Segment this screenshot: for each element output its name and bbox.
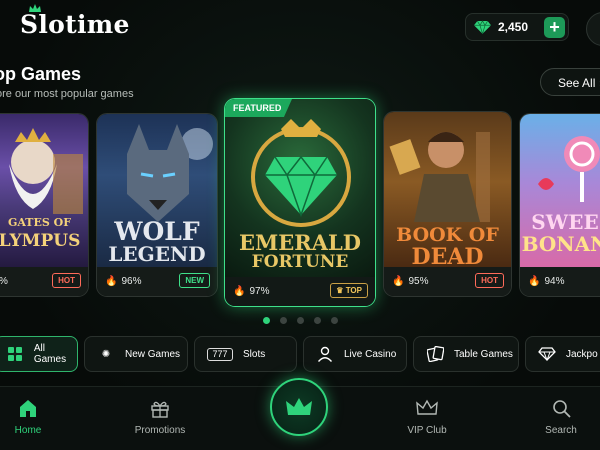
game-title-line: FORTUNE — [251, 252, 349, 272]
game-art: EMERALD FORTUNE — [225, 99, 375, 277]
sparkle-icon: ✺ — [101, 348, 111, 360]
nav-promotions[interactable]: Promotions — [130, 399, 190, 436]
game-title-line: BOOK OF — [396, 224, 499, 246]
category-label: New Games — [125, 348, 181, 360]
category-label: Jackpo — [566, 348, 598, 360]
game-title-line: LEGEND — [108, 242, 206, 266]
hot-badge: HOT — [52, 273, 81, 288]
rtp-value: 🔥 97% — [233, 286, 269, 297]
category-jackpot[interactable]: Jackpo — [525, 336, 600, 372]
nav-search[interactable]: Search — [541, 399, 581, 436]
game-card-footer: % HOT — [0, 267, 88, 296]
flame-icon: 🔥 — [528, 276, 541, 287]
category-live-casino[interactable]: Live Casino — [303, 336, 407, 372]
nav-vip-club[interactable]: VIP Club — [402, 399, 452, 436]
category-label: Table Games — [454, 348, 513, 360]
carousel-dot[interactable] — [331, 317, 338, 324]
top-badge: ♛ TOP — [330, 283, 368, 298]
crown-icon — [402, 399, 452, 419]
diamond-icon — [538, 345, 556, 363]
crown-icon — [286, 398, 312, 415]
add-funds-button[interactable]: + — [544, 17, 565, 38]
cards-icon — [426, 345, 444, 363]
game-title-line: SWEE — [531, 210, 599, 234]
category-label: Live Casino — [344, 348, 397, 360]
grid-icon — [7, 345, 24, 363]
game-card-footer: 🔥 95% HOT — [384, 267, 511, 296]
app-root: Slotime 2,450 + op Games ore our most po… — [0, 0, 600, 450]
center-crown-button[interactable] — [270, 378, 328, 436]
app-logo[interactable]: Slotime — [20, 10, 130, 39]
person-icon — [316, 345, 334, 363]
game-title-line: GATES OF — [7, 216, 72, 229]
slots-777-icon: 777 — [207, 347, 233, 361]
flame-icon: 🔥 — [233, 286, 246, 297]
game-card-gates-of-olympus[interactable]: GATES OF LYMPUS % HOT — [0, 113, 89, 297]
rtp-value: 🔥 96% — [105, 276, 141, 287]
gem-icon — [474, 20, 491, 34]
carousel-dot[interactable] — [314, 317, 321, 324]
carousel-dot[interactable] — [263, 317, 270, 324]
section-subtitle: ore our most popular games — [0, 88, 134, 100]
game-art: BOOK OF DEAD — [384, 112, 511, 270]
rtp-text: 97% — [249, 286, 270, 297]
carousel-dot[interactable] — [280, 317, 287, 324]
see-all-button[interactable]: See All› — [540, 68, 600, 96]
category-all-games[interactable]: All Games — [0, 336, 78, 372]
category-table-games[interactable]: Table Games — [413, 336, 519, 372]
game-card-wolf-legend[interactable]: WOLF LEGEND 🔥 96% NEW — [96, 113, 218, 297]
game-title-line: LYMPUS — [0, 231, 81, 251]
crown-icon: ♛ — [336, 286, 346, 295]
nav-label: Home — [14, 425, 42, 436]
see-all-label: See All — [558, 76, 596, 90]
rtp-value: 🔥 95% — [392, 276, 428, 287]
nav-label: Promotions — [134, 425, 186, 436]
section-title: op Games — [0, 64, 82, 84]
search-icon — [541, 399, 581, 419]
top-badge-label: TOP — [345, 286, 362, 295]
hot-badge: HOT — [475, 273, 504, 288]
category-label: All Games — [33, 343, 67, 365]
carousel-dot[interactable] — [297, 317, 304, 324]
flame-icon: 🔥 — [392, 276, 405, 287]
balance-pill[interactable]: 2,450 + — [465, 13, 569, 41]
carousel-dots — [263, 317, 338, 324]
rtp-value: 🔥 94% — [528, 276, 564, 287]
game-art: WOLF LEGEND — [97, 114, 217, 267]
game-card-sweet-bonanza[interactable]: SWEE BONAN 🔥 94% — [519, 113, 600, 297]
category-slots[interactable]: 777 Slots — [194, 336, 297, 372]
game-card-footer: 🔥 97% ♛ TOP — [225, 277, 375, 306]
game-card-footer: 🔥 94% — [520, 267, 600, 296]
rtp-text: 96% — [121, 276, 142, 287]
game-title-line: BONAN — [521, 232, 600, 256]
rtp-text: 94% — [544, 276, 565, 287]
category-label: Slots — [243, 348, 266, 360]
new-badge: NEW — [179, 273, 210, 288]
profile-button[interactable] — [586, 12, 600, 46]
nav-home[interactable]: Home — [8, 399, 48, 436]
rtp-value: % — [0, 276, 8, 287]
gift-icon — [130, 399, 190, 419]
nav-label: Search — [545, 425, 577, 436]
game-card-footer: 🔥 96% NEW — [97, 267, 217, 296]
nav-label: VIP Club — [407, 425, 447, 436]
game-card-emerald-fortune[interactable]: EMERALD FORTUNE FEATURED 🔥 97% ♛ TOP — [224, 98, 376, 307]
rtp-text: 95% — [408, 276, 429, 287]
game-art: GATES OF LYMPUS — [0, 114, 88, 267]
home-icon — [8, 399, 48, 419]
balance-amount: 2,450 — [498, 20, 529, 34]
category-new-games[interactable]: ✺ New Games — [84, 336, 188, 372]
featured-ribbon: FEATURED — [225, 99, 292, 117]
game-art: SWEE BONAN — [520, 114, 600, 267]
game-card-book-of-dead[interactable]: BOOK OF DEAD 🔥 95% HOT — [383, 111, 512, 297]
flame-icon: 🔥 — [105, 276, 118, 287]
